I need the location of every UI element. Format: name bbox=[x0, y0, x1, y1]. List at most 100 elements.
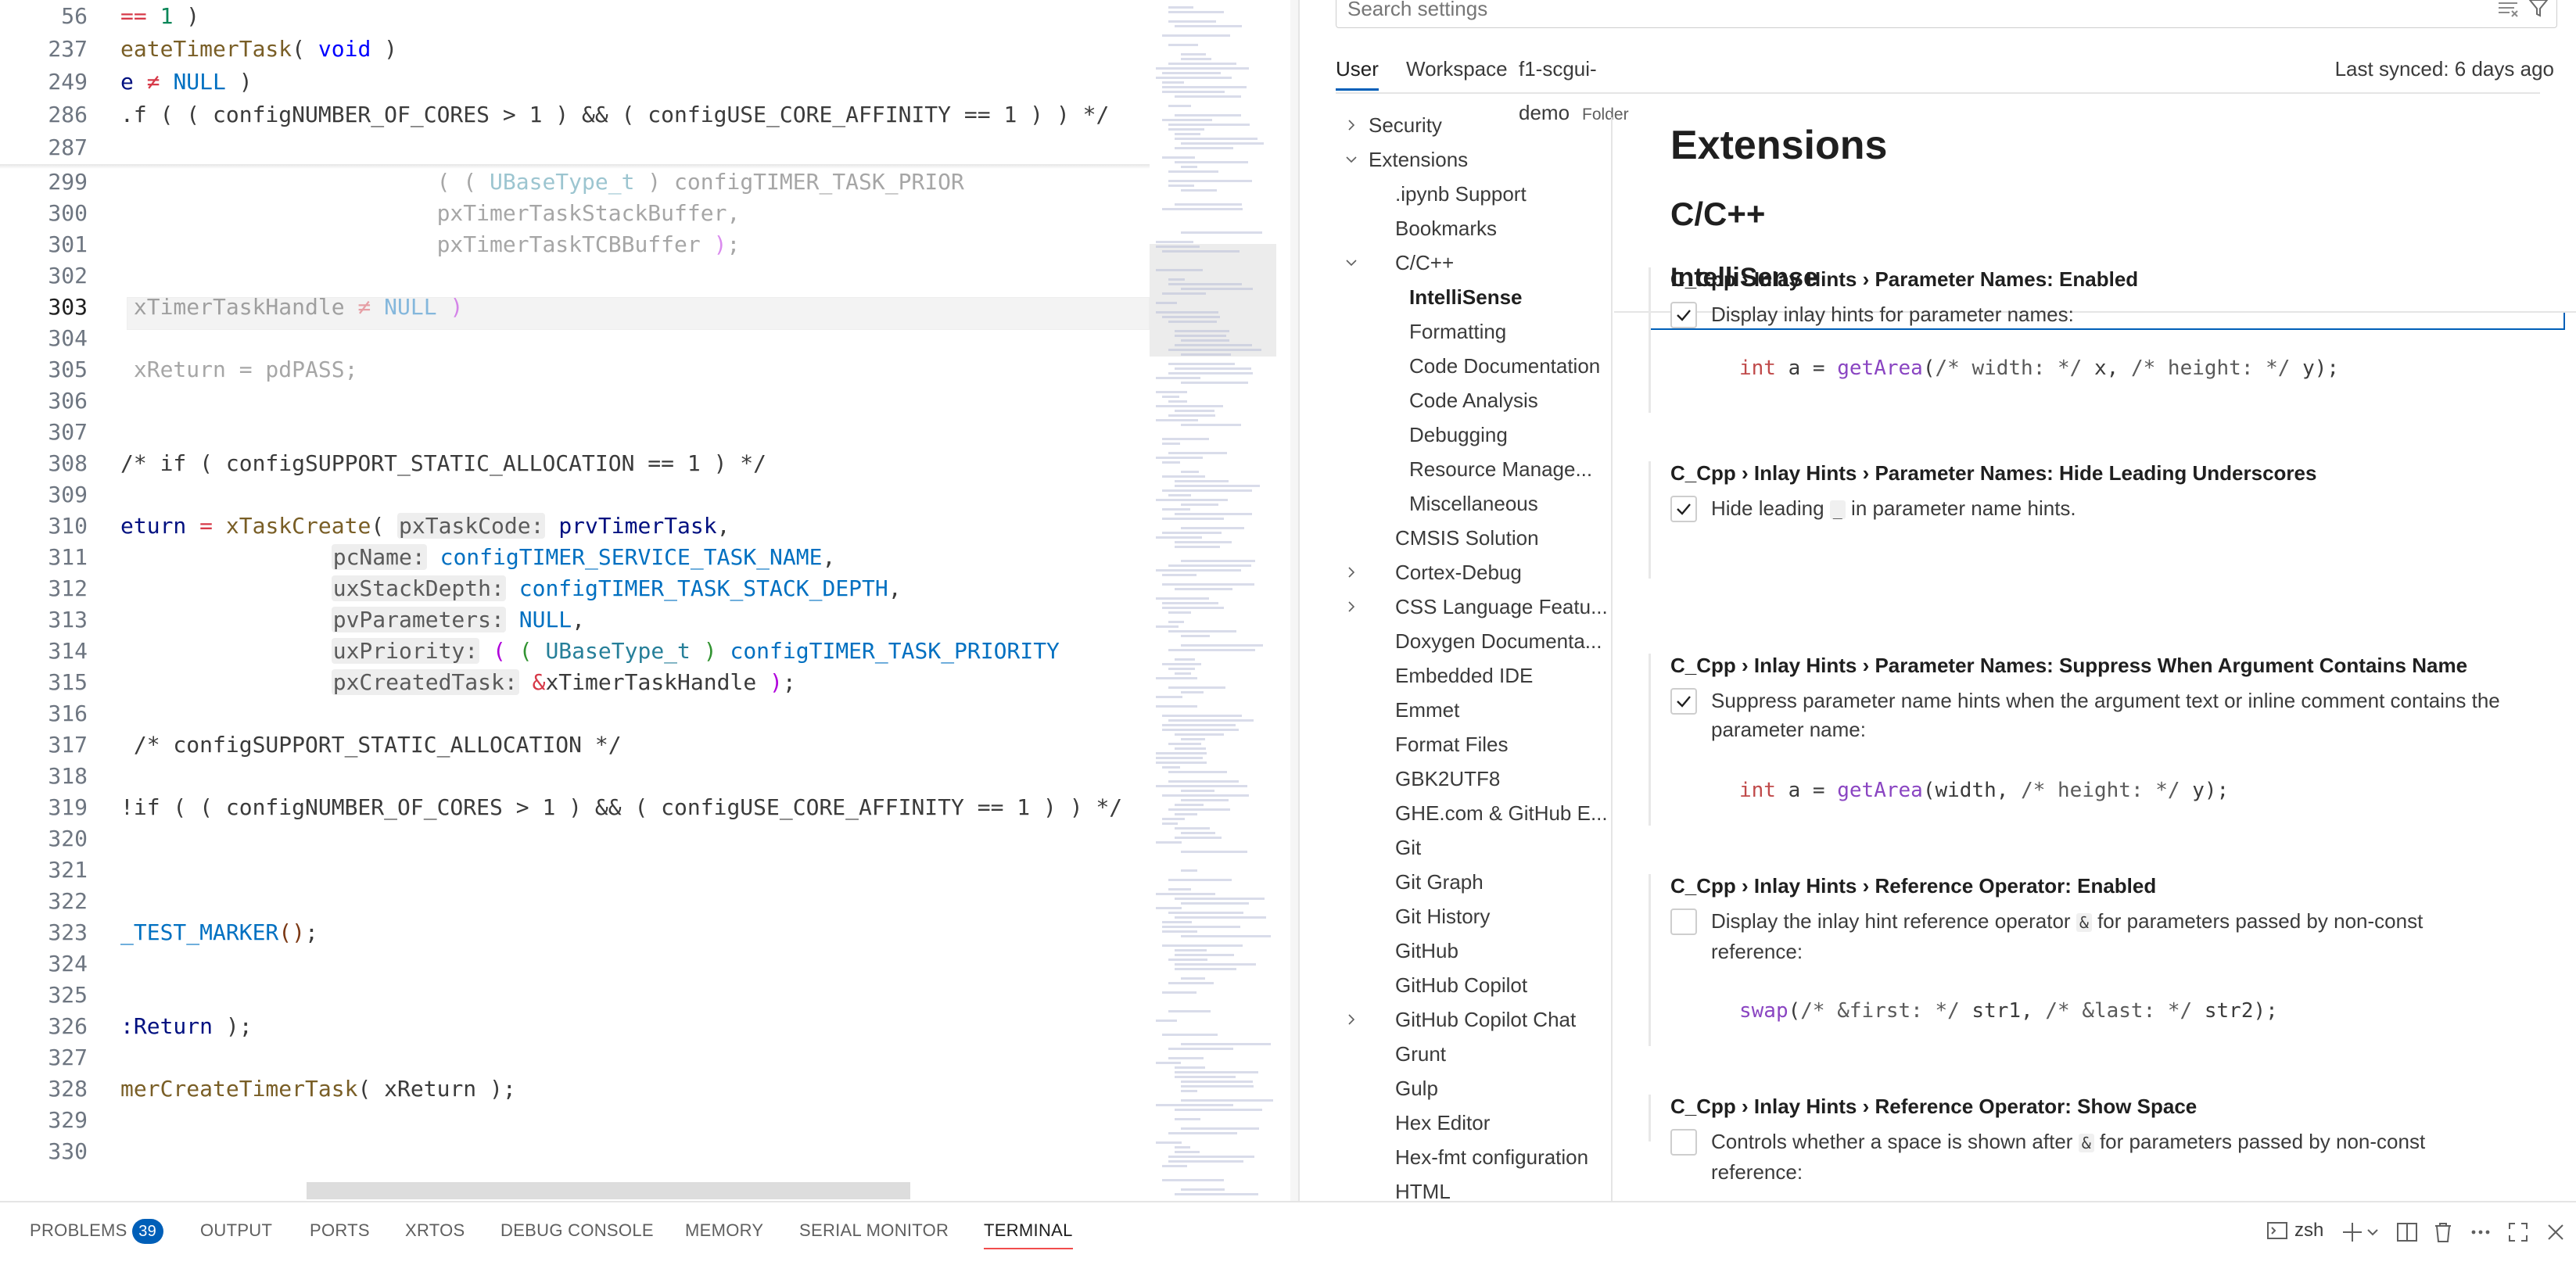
code-line[interactable]: 316 bbox=[0, 697, 1150, 730]
code-line[interactable]: 249 e ≠ NULL ) bbox=[0, 66, 1150, 99]
editor-horizontal-scrollbar[interactable] bbox=[307, 1182, 910, 1199]
toc-item[interactable]: Embedded IDE bbox=[1336, 658, 1608, 693]
code-line[interactable]: 287 bbox=[0, 131, 1150, 164]
code-line[interactable]: 319 !if ( ( configNUMBER_OF_CORES > 1 ) &… bbox=[0, 791, 1150, 824]
panel-tab-xrtos[interactable]: XRTOS bbox=[405, 1217, 465, 1256]
code-line[interactable]: 310 eturn = xTaskCreate( pxTaskCode: prvT… bbox=[0, 510, 1150, 543]
code-line[interactable]: 299 ( ( UBaseType_t ) configTIMER_TASK_P… bbox=[0, 166, 1150, 199]
toc-item[interactable]: Bookmarks bbox=[1336, 211, 1608, 245]
code-line[interactable]: 309 bbox=[0, 478, 1150, 511]
toc-item[interactable]: Security bbox=[1336, 109, 1608, 142]
setting-checkbox[interactable] bbox=[1670, 1129, 1697, 1156]
chevron-right-icon[interactable] bbox=[1345, 566, 1358, 579]
toc-item[interactable]: Code Analysis bbox=[1336, 383, 1608, 417]
toc-item[interactable]: Gulp bbox=[1336, 1071, 1608, 1106]
code-text[interactable]: /* if ( configSUPPORT_STATIC_ALLOCATION … bbox=[120, 447, 766, 480]
code-text[interactable]: pvParameters: NULL, bbox=[120, 604, 585, 636]
chevron-down-icon[interactable] bbox=[2365, 1220, 2380, 1245]
code-line[interactable]: 302 bbox=[0, 260, 1150, 292]
settings-search-input[interactable] bbox=[1347, 0, 2442, 23]
terminal-shell-name[interactable]: zsh bbox=[2294, 1217, 2323, 1245]
code-line[interactable]: 300 pxTimerTaskStackBuffer, bbox=[0, 197, 1150, 230]
code-line[interactable]: 308 /* if ( configSUPPORT_STATIC_ALLOCATI… bbox=[0, 447, 1150, 480]
code-text[interactable]: !if ( ( configNUMBER_OF_CORES > 1 ) && (… bbox=[120, 791, 1122, 824]
chevron-down-icon[interactable] bbox=[1345, 153, 1358, 166]
settings-list[interactable]: Extensions C/C++ IntelliSense C_Cpp › In… bbox=[1614, 94, 2576, 1201]
toc-item[interactable]: Emmet bbox=[1336, 693, 1608, 727]
code-line[interactable]: 325 bbox=[0, 979, 1150, 1012]
settings-table-of-contents[interactable]: Security Extensions .ipynb Support Bookmark… bbox=[1336, 109, 1608, 1201]
code-line[interactable]: 318 bbox=[0, 760, 1150, 793]
code-line[interactable]: 321 bbox=[0, 854, 1150, 887]
panel-tab-serial-monitor[interactable]: SERIAL MONITOR bbox=[799, 1217, 949, 1256]
chevron-right-icon[interactable] bbox=[1345, 600, 1358, 613]
code-line[interactable]: 305 xReturn = pdPASS; bbox=[0, 353, 1150, 386]
code-text[interactable]: eturn = xTaskCreate( pxTaskCode: prvTime… bbox=[120, 510, 730, 543]
code-line[interactable]: 327 bbox=[0, 1041, 1150, 1074]
code-text[interactable]: uxPriority: ( ( UBaseType_t ) configTIME… bbox=[120, 635, 1060, 668]
tab-folder[interactable]: f1-scgui-demo Folder bbox=[1519, 47, 1629, 124]
code-text[interactable]: .f ( ( configNUMBER_OF_CORES > 1 ) && ( … bbox=[120, 99, 1109, 131]
code-line[interactable]: 307 bbox=[0, 416, 1150, 449]
panel-tab-terminal[interactable]: TERMINAL bbox=[984, 1217, 1073, 1256]
toc-divider[interactable] bbox=[1611, 117, 1613, 1201]
toc-item[interactable]: Git Graph bbox=[1336, 865, 1608, 899]
toc-item[interactable]: GitHub Copilot bbox=[1336, 968, 1608, 1002]
clear-filter-icon[interactable] bbox=[2497, 1, 2519, 18]
code-line[interactable]: 304 bbox=[0, 322, 1150, 355]
setting-checkbox[interactable] bbox=[1670, 908, 1697, 935]
code-line[interactable]: 306 bbox=[0, 385, 1150, 417]
code-line[interactable]: 326:Return ); bbox=[0, 1010, 1150, 1043]
panel-tab-memory[interactable]: MEMORY bbox=[685, 1217, 763, 1256]
code-line[interactable]: 328 merCreateTimerTask( xReturn ); bbox=[0, 1073, 1150, 1106]
toc-item[interactable]: GitHub bbox=[1336, 934, 1608, 968]
code-line[interactable]: 314 uxPriority: ( ( UBaseType_t ) config… bbox=[0, 635, 1150, 668]
minimap[interactable] bbox=[1150, 0, 1290, 1201]
toc-item[interactable]: Resource Manage... bbox=[1336, 452, 1608, 486]
plus-icon[interactable] bbox=[2340, 1220, 2365, 1245]
setting-checkbox[interactable] bbox=[1670, 496, 1697, 522]
editor-vertical-scrollbar[interactable] bbox=[1290, 0, 1298, 1201]
filter-icon[interactable] bbox=[2527, 0, 2550, 20]
toc-item[interactable]: Git History bbox=[1336, 899, 1608, 934]
code-line[interactable]: 330 bbox=[0, 1135, 1150, 1168]
code-line[interactable]: 286 .f ( ( configNUMBER_OF_CORES > 1 ) &&… bbox=[0, 99, 1150, 131]
toc-item[interactable]: Git bbox=[1336, 830, 1608, 865]
tab-workspace[interactable]: Workspace bbox=[1406, 47, 1508, 91]
toc-item[interactable]: Debugging bbox=[1336, 417, 1608, 452]
code-text[interactable]: ( ( UBaseType_t ) configTIMER_TASK_PRIOR bbox=[120, 166, 964, 199]
toc-item[interactable]: CMSIS Solution bbox=[1336, 521, 1608, 555]
tab-user[interactable]: User bbox=[1336, 47, 1379, 91]
toc-item[interactable]: Hex-fmt configuration bbox=[1336, 1140, 1608, 1174]
panel-tab-ports[interactable]: PORTS bbox=[310, 1217, 370, 1256]
toc-item[interactable]: HTML bbox=[1336, 1174, 1608, 1201]
code-text[interactable]: pxCreatedTask: &xTimerTaskHandle ); bbox=[120, 666, 796, 699]
code-line[interactable]: 56 == 1 ) bbox=[0, 0, 1150, 33]
toc-item[interactable]: C/C++ bbox=[1336, 245, 1608, 280]
code-text[interactable]: uxStackDepth: configTIMER_TASK_STACK_DEP… bbox=[120, 572, 902, 605]
toc-item[interactable]: .ipynb Support bbox=[1336, 177, 1608, 211]
code-line[interactable]: 312 uxStackDepth: configTIMER_TASK_STACK… bbox=[0, 572, 1150, 605]
code-text[interactable]: == 1 ) bbox=[120, 0, 199, 33]
toc-item[interactable]: Doxygen Documenta... bbox=[1336, 624, 1608, 658]
code-line[interactable]: 313 pvParameters: NULL, bbox=[0, 604, 1150, 636]
toc-item[interactable]: Extensions bbox=[1336, 142, 1608, 177]
code-text[interactable]: e ≠ NULL ) bbox=[120, 66, 253, 99]
code-text[interactable]: xTimerTaskHandle ≠ NULL ) bbox=[120, 291, 463, 324]
code-line[interactable]: 329 bbox=[0, 1104, 1150, 1137]
code-text[interactable]: pxTimerTaskTCBBuffer ); bbox=[120, 228, 741, 261]
code-line[interactable]: 320 bbox=[0, 822, 1150, 855]
code-line[interactable]: 237 eateTimerTask( void ) bbox=[0, 33, 1150, 66]
code-line[interactable]: 317 /* configSUPPORT_STATIC_ALLOCATION *… bbox=[0, 729, 1150, 762]
code-line[interactable]: 324 bbox=[0, 948, 1150, 980]
split-icon[interactable] bbox=[2395, 1220, 2420, 1245]
code-text[interactable]: merCreateTimerTask( xReturn ); bbox=[120, 1073, 516, 1106]
code-line[interactable]: 315 pxCreatedTask: &xTimerTaskHandle ); bbox=[0, 666, 1150, 699]
panel-tab-problems[interactable]: PROBLEMS 39 bbox=[30, 1217, 163, 1256]
toc-item[interactable]: Hex Editor bbox=[1336, 1106, 1608, 1140]
code-text[interactable]: _TEST_MARKER(); bbox=[120, 916, 318, 949]
code-text[interactable]: :Return ); bbox=[120, 1010, 253, 1043]
trash-icon[interactable] bbox=[2431, 1220, 2456, 1245]
code-line[interactable]: 301 pxTimerTaskTCBBuffer ); bbox=[0, 228, 1150, 261]
toc-item[interactable]: Miscellaneous bbox=[1336, 486, 1608, 521]
